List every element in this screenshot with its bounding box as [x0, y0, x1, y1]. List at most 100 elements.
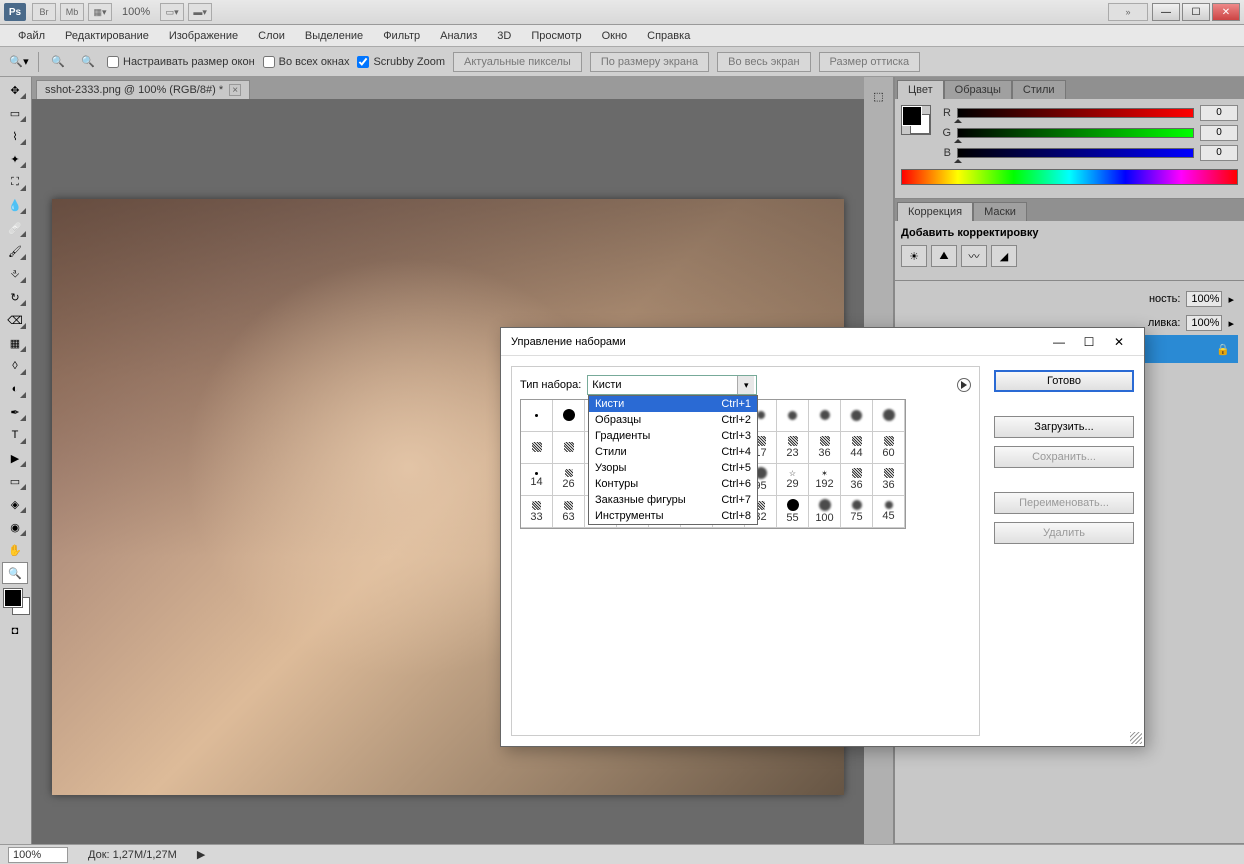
brush-tool[interactable]: 🖌: [2, 240, 28, 262]
eraser-tool[interactable]: ⌫: [2, 309, 28, 331]
menu-analysis[interactable]: Анализ: [430, 27, 487, 45]
gradient-tool[interactable]: ▦: [2, 332, 28, 354]
screen-mode-button[interactable]: ▭▾: [160, 3, 184, 21]
brush-cell[interactable]: 75: [841, 496, 873, 528]
all-windows-checkbox[interactable]: Во всех окнах: [263, 56, 350, 68]
dropdown-item[interactable]: ОбразцыCtrl+2: [589, 412, 757, 428]
close-tab-icon[interactable]: ×: [229, 84, 241, 96]
brush-cell[interactable]: 63: [553, 496, 585, 528]
print-size-button[interactable]: Размер оттиска: [819, 52, 921, 72]
brush-cell[interactable]: [809, 400, 841, 432]
healing-tool[interactable]: 🩹: [2, 217, 28, 239]
zoom-in-icon[interactable]: 🔍: [47, 52, 69, 72]
dodge-tool[interactable]: ◐: [2, 378, 28, 400]
b-slider[interactable]: [957, 148, 1194, 158]
type-tool[interactable]: T: [2, 424, 28, 446]
zoom-level[interactable]: 100%: [122, 6, 150, 18]
brush-cell[interactable]: [841, 400, 873, 432]
color-swatches[interactable]: [2, 589, 29, 619]
exposure-icon[interactable]: ◢: [991, 245, 1017, 267]
b-value[interactable]: 0: [1200, 145, 1238, 161]
r-slider[interactable]: [957, 108, 1194, 118]
history-brush-tool[interactable]: ↻: [2, 286, 28, 308]
quick-mask-button[interactable]: ◘: [2, 620, 28, 642]
move-tool[interactable]: ✥: [2, 79, 28, 101]
dropdown-item[interactable]: ИнструментыCtrl+8: [589, 508, 757, 524]
brush-cell[interactable]: 44: [841, 432, 873, 464]
dropdown-item[interactable]: Заказные фигурыCtrl+7: [589, 492, 757, 508]
brush-cell[interactable]: 100: [809, 496, 841, 528]
g-value[interactable]: 0: [1200, 125, 1238, 141]
brightness-icon[interactable]: ☀: [901, 245, 927, 267]
bridge-button[interactable]: Br: [32, 3, 56, 21]
zoom-tool[interactable]: 🔍: [2, 562, 28, 584]
dropdown-item[interactable]: ГрадиентыCtrl+3: [589, 428, 757, 444]
dialog-titlebar[interactable]: Управление наборами — ☐ ✕: [501, 328, 1144, 356]
brush-cell[interactable]: 33: [521, 496, 553, 528]
hue-strip[interactable]: [901, 169, 1238, 185]
document-tab[interactable]: sshot-2333.png @ 100% (RGB/8#) * ×: [36, 80, 250, 99]
shape-tool[interactable]: ▭: [2, 470, 28, 492]
menu-help[interactable]: Справка: [637, 27, 700, 45]
menu-image[interactable]: Изображение: [159, 27, 248, 45]
tab-color[interactable]: Цвет: [897, 80, 944, 99]
minimize-button[interactable]: —: [1152, 3, 1180, 21]
tab-swatches[interactable]: Образцы: [944, 80, 1012, 99]
crop-tool[interactable]: ⛶: [2, 171, 28, 193]
done-button[interactable]: Готово: [994, 370, 1134, 392]
dialog-minimize-icon[interactable]: —: [1044, 331, 1074, 353]
tab-styles[interactable]: Стили: [1012, 80, 1066, 99]
menu-file[interactable]: Файл: [8, 27, 55, 45]
resize-windows-checkbox[interactable]: Настраивать размер окон: [107, 56, 255, 68]
brush-cell[interactable]: [873, 400, 905, 432]
hand-tool[interactable]: ✋: [2, 539, 28, 561]
menu-filter[interactable]: Фильтр: [373, 27, 430, 45]
rename-button[interactable]: Переименовать...: [994, 492, 1134, 514]
minibridge-button[interactable]: Mb: [60, 3, 84, 21]
3d-camera-tool[interactable]: ◉: [2, 516, 28, 538]
quick-select-tool[interactable]: ✦: [2, 148, 28, 170]
menu-window[interactable]: Окно: [592, 27, 638, 45]
brush-cell[interactable]: 36: [809, 432, 841, 464]
brush-cell[interactable]: ✶192: [809, 464, 841, 496]
dropdown-item[interactable]: УзорыCtrl+5: [589, 460, 757, 476]
brush-cell[interactable]: [521, 400, 553, 432]
curves-icon[interactable]: 〰: [961, 245, 987, 267]
brush-cell[interactable]: 55: [777, 496, 809, 528]
flyout-menu-icon[interactable]: [957, 378, 971, 392]
tab-adjustments[interactable]: Коррекция: [897, 202, 973, 221]
marquee-tool[interactable]: ▭: [2, 102, 28, 124]
load-button[interactable]: Загрузить...: [994, 416, 1134, 438]
brush-cell[interactable]: 14: [521, 464, 553, 496]
3d-tool[interactable]: ◈: [2, 493, 28, 515]
fill-screen-button[interactable]: Во весь экран: [717, 52, 810, 72]
color-preview[interactable]: [901, 105, 931, 135]
tool-preset-icon[interactable]: 🔍▾: [8, 52, 30, 72]
eyedropper-tool[interactable]: 💧: [2, 194, 28, 216]
status-arrow-icon[interactable]: ▶: [197, 848, 205, 861]
brush-cell[interactable]: 36: [841, 464, 873, 496]
save-button[interactable]: Сохранить...: [994, 446, 1134, 468]
brush-cell[interactable]: [777, 400, 809, 432]
menu-3d[interactable]: 3D: [487, 27, 521, 45]
expand-button[interactable]: »: [1108, 3, 1148, 21]
tab-masks[interactable]: Маски: [973, 202, 1027, 221]
dropdown-item[interactable]: СтилиCtrl+4: [589, 444, 757, 460]
fit-screen-button[interactable]: По размеру экрана: [590, 52, 709, 72]
actual-pixels-button[interactable]: Актуальные пикселы: [453, 52, 582, 72]
lasso-tool[interactable]: ⌇: [2, 125, 28, 147]
resize-grip[interactable]: [1130, 732, 1142, 744]
brush-cell[interactable]: 36: [873, 464, 905, 496]
brush-cell[interactable]: [553, 400, 585, 432]
menu-select[interactable]: Выделение: [295, 27, 373, 45]
view-arrange-button[interactable]: ▦▾: [88, 3, 112, 21]
zoom-out-icon[interactable]: 🔍: [77, 52, 99, 72]
dialog-maximize-icon[interactable]: ☐: [1074, 331, 1104, 353]
brush-cell[interactable]: 26: [553, 464, 585, 496]
path-select-tool[interactable]: ▶: [2, 447, 28, 469]
fill-input[interactable]: [1186, 315, 1222, 331]
brush-cell[interactable]: ☆29: [777, 464, 809, 496]
blur-tool[interactable]: ◊: [2, 355, 28, 377]
brush-cell[interactable]: [521, 432, 553, 464]
dialog-close-icon[interactable]: ✕: [1104, 331, 1134, 353]
